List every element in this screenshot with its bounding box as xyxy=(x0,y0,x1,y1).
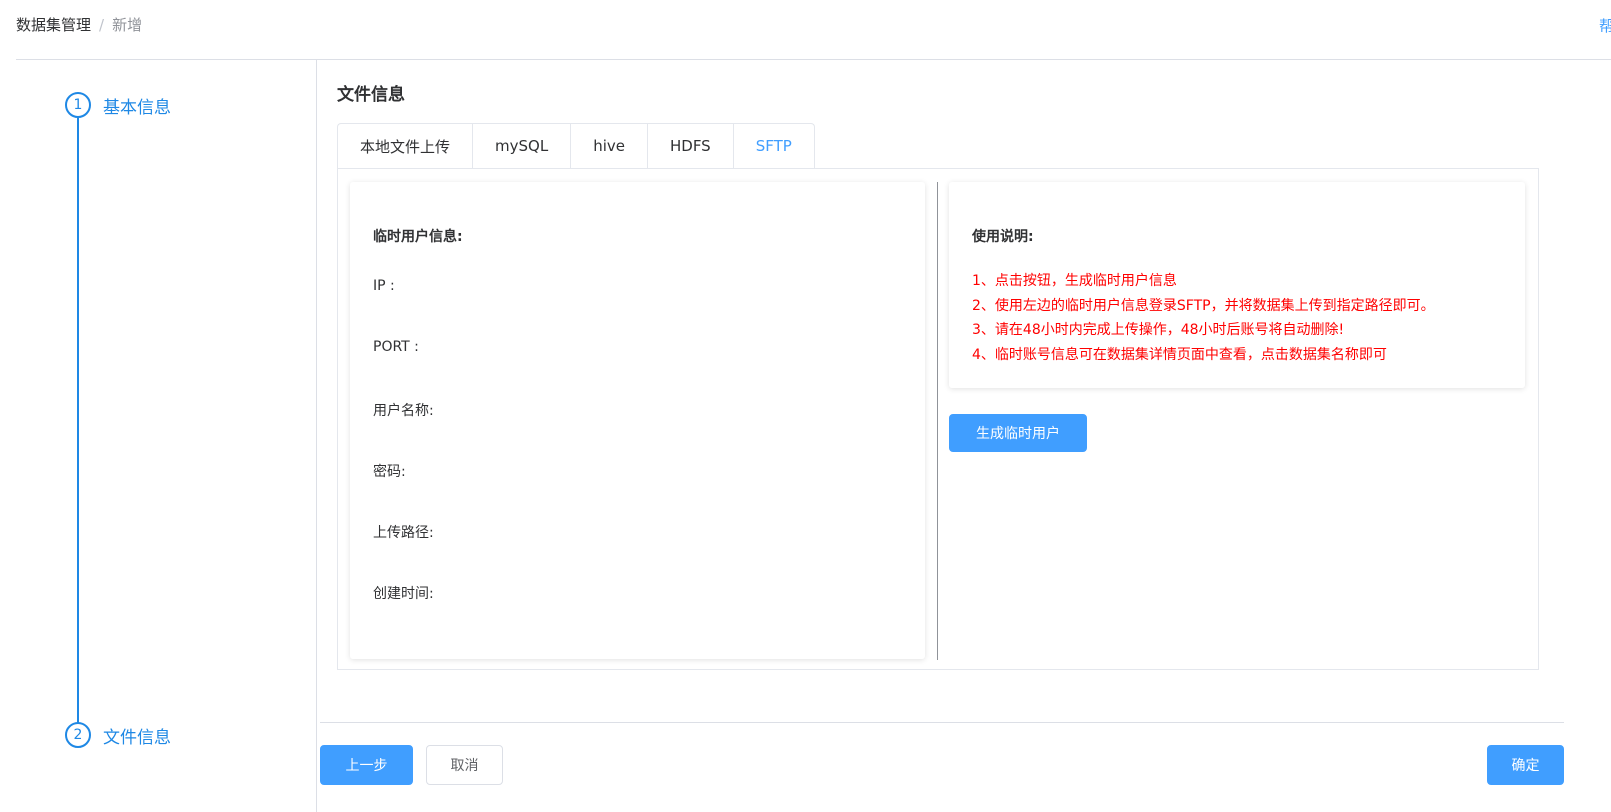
breadcrumb-dataset-management[interactable]: 数据集管理 xyxy=(16,14,91,35)
step-basic-info: 1 基本信息 xyxy=(65,92,171,118)
page: 数据集管理 / 新增 帮助 1 基本信息 2 文件信息 文件信息 本地文件上传 … xyxy=(0,0,1611,812)
main-content: 文件信息 本地文件上传 mySQL hive HDFS SFTP 临时用户信息:… xyxy=(318,60,1611,812)
breadcrumb: 数据集管理 / 新增 xyxy=(16,14,142,35)
temp-user-info-card: 临时用户信息: IP : PORT : 用户名称: 密码: 上传路径: 创建时间… xyxy=(350,182,925,659)
step-connector-line xyxy=(77,118,79,736)
footer-divider xyxy=(320,722,1564,723)
instruction-item: 2、使用左边的临时用户信息登录SFTP，并将数据集上传到指定路径即可。 xyxy=(972,297,1435,314)
temp-user-info-title: 临时用户信息: xyxy=(373,229,463,245)
cancel-button[interactable]: 取消 xyxy=(426,745,503,785)
instruction-item: 1、点击按钮，生成临时用户信息 xyxy=(972,273,1177,289)
step-file-info: 2 文件信息 xyxy=(65,722,171,748)
step-number: 1 xyxy=(65,92,91,118)
generate-temp-user-button[interactable]: 生成临时用户 xyxy=(949,414,1087,452)
password-field: 密码: xyxy=(373,464,406,480)
ip-field: IP : xyxy=(373,278,395,294)
tab-mysql[interactable]: mySQL xyxy=(472,123,571,168)
usage-instructions-list: 1、点击按钮，生成临时用户信息 2、使用左边的临时用户信息登录SFTP，并将数据… xyxy=(972,269,1435,367)
tab-hdfs[interactable]: HDFS xyxy=(646,123,733,168)
confirm-button[interactable]: 确定 xyxy=(1487,745,1564,785)
section-title: 文件信息 xyxy=(337,85,405,105)
step-label: 文件信息 xyxy=(103,727,171,748)
usage-instructions-card: 使用说明: 1、点击按钮，生成临时用户信息 2、使用左边的临时用户信息登录SFT… xyxy=(949,182,1525,388)
tab-hive[interactable]: hive xyxy=(570,123,647,168)
created-time-field: 创建时间: xyxy=(373,586,434,602)
steps-sidebar: 1 基本信息 2 文件信息 xyxy=(0,60,317,812)
header: 数据集管理 / 新增 帮助 xyxy=(16,0,1611,60)
tab-local-upload[interactable]: 本地文件上传 xyxy=(337,123,473,168)
source-tabs: 本地文件上传 mySQL hive HDFS SFTP xyxy=(337,123,815,168)
username-field: 用户名称: xyxy=(373,403,434,419)
port-field: PORT : xyxy=(373,339,419,355)
instruction-item: 3、请在48小时内完成上传操作，48小时后账号将自动删除! xyxy=(972,322,1345,338)
previous-step-button[interactable]: 上一步 xyxy=(320,745,413,785)
upload-path-field: 上传路径: xyxy=(373,525,434,541)
help-link[interactable]: 帮助 xyxy=(1599,15,1611,36)
step-number: 2 xyxy=(65,722,91,748)
step-label: 基本信息 xyxy=(103,97,171,118)
tab-sftp[interactable]: SFTP xyxy=(732,123,815,168)
vertical-divider xyxy=(937,182,938,660)
usage-instructions-title: 使用说明: xyxy=(972,229,1034,245)
breadcrumb-current: 新增 xyxy=(112,16,143,34)
sftp-panel: 临时用户信息: IP : PORT : 用户名称: 密码: 上传路径: 创建时间… xyxy=(337,168,1539,670)
breadcrumb-separator: / xyxy=(99,15,105,34)
instruction-item: 4、临时账号信息可在数据集详情页面中查看，点击数据集名称即可 xyxy=(972,346,1387,363)
